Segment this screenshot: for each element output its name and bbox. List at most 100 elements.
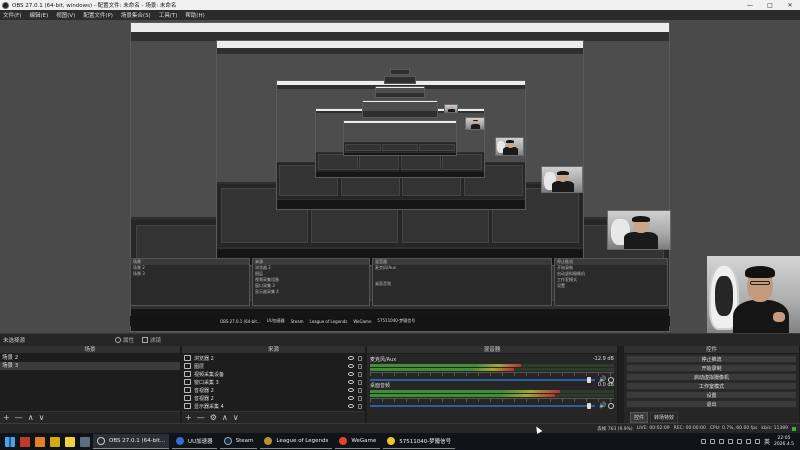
nested-webcam-thumbnail — [495, 137, 524, 156]
mixer-body: 麦克风/Aux -12.9 dB 🔊 桌面音频 0.0 dB 🔊 — [367, 354, 617, 423]
stop-streaming-button[interactable]: 停止推流 — [626, 355, 797, 363]
menu-edit[interactable]: 编辑(E) — [29, 11, 48, 19]
camera-icon — [184, 371, 191, 377]
start-virtual-camera-button[interactable]: 启动虚拟摄像机 — [626, 373, 797, 381]
source-toolbar: 未选择源 属性 滤镜 — [0, 333, 800, 346]
source-item[interactable]: 视频采集设备 — [182, 370, 365, 378]
lock-icon[interactable] — [358, 387, 362, 393]
wegame-icon — [339, 437, 348, 445]
volume-icon[interactable] — [754, 439, 760, 444]
taskbar-app-chat[interactable]: 57511040-梦魇信号 — [383, 434, 456, 449]
start-recording-button[interactable]: 开始录制 — [626, 364, 797, 372]
studio-mode-button[interactable]: 工作室模式 — [626, 382, 797, 390]
taskbar-app-uu[interactable]: UU加速器 — [172, 434, 217, 449]
properties-button[interactable]: 属性 — [115, 336, 134, 344]
gear-icon — [115, 337, 122, 343]
visibility-icon[interactable] — [348, 364, 354, 368]
remove-scene-button[interactable]: — — [15, 413, 23, 422]
add-scene-button[interactable]: + — [3, 413, 10, 422]
minimize-button[interactable]: — — [740, 2, 760, 9]
move-scene-up-button[interactable]: ∧ — [28, 413, 34, 422]
taskbar-app-steam[interactable]: Steam — [219, 434, 258, 449]
uu-icon — [176, 437, 185, 445]
taskbar-app-wegame[interactable]: WeGame — [335, 434, 381, 449]
menu-file[interactable]: 文件(F) — [3, 11, 21, 19]
remove-source-button[interactable]: — — [197, 413, 205, 422]
tray-app-icon[interactable] — [718, 439, 724, 444]
mixer-title: 混音器 — [367, 346, 617, 354]
add-source-button[interactable]: + — [185, 413, 192, 422]
volume-meter — [370, 390, 614, 393]
source-label: 显示器采集 4 — [194, 403, 224, 410]
maximize-button[interactable]: □ — [760, 2, 780, 9]
taskbar-app-lol[interactable]: League of Legends — [260, 434, 333, 449]
visibility-icon[interactable] — [348, 372, 354, 376]
menu-profile[interactable]: 配置文件(P) — [83, 11, 113, 19]
taskbar-app-obs[interactable]: OBS 27.0.1 (64-bit... — [93, 434, 170, 449]
volume-slider[interactable] — [370, 403, 595, 409]
lock-icon[interactable] — [358, 379, 362, 385]
clock[interactable]: 22:05 2026.4.5 — [774, 436, 794, 448]
source-item[interactable]: 图层 — [182, 362, 365, 370]
steam-icon — [223, 437, 232, 445]
pinned-app-icon[interactable] — [20, 436, 30, 447]
menu-scene-collection[interactable]: 场景集合(S) — [121, 11, 151, 19]
volume-slider[interactable] — [370, 377, 595, 383]
lock-icon[interactable] — [358, 395, 362, 401]
nested-taskbar-app: Steam — [290, 318, 304, 324]
visibility-icon[interactable] — [348, 388, 354, 392]
pinned-app-icon[interactable] — [50, 436, 60, 447]
scenes-list: 场景 2 场景 3 — [0, 354, 180, 411]
lock-icon[interactable] — [358, 355, 362, 361]
tray-chevron-icon[interactable] — [700, 439, 706, 444]
source-item[interactable]: 显示器采集 4 — [182, 402, 365, 410]
pinned-app-icon[interactable] — [80, 436, 90, 447]
move-source-down-button[interactable]: ∨ — [233, 413, 239, 422]
tray-app-icon[interactable] — [727, 439, 733, 444]
visibility-icon[interactable] — [348, 404, 354, 408]
visibility-icon[interactable] — [348, 380, 354, 384]
taskbar-app-label: League of Legends — [276, 438, 329, 444]
source-properties-button[interactable]: ⚙ — [210, 413, 217, 422]
lock-icon[interactable] — [358, 371, 362, 377]
nested-obs-window-8 — [384, 76, 416, 84]
cpu-fps: CPU: 0.7%, 60.00 fps — [709, 426, 758, 431]
ime-indicator[interactable]: 英 — [764, 437, 770, 446]
tab-transitions[interactable]: 转场特效 — [650, 412, 679, 423]
meter-scale — [370, 398, 614, 402]
menu-tools[interactable]: 工具(T) — [159, 11, 178, 19]
speaker-icon[interactable]: 🔊 — [599, 403, 606, 409]
slider-handle[interactable] — [586, 403, 591, 409]
visibility-icon[interactable] — [348, 396, 354, 400]
scene-item[interactable]: 场景 2 — [0, 354, 180, 362]
filters-button[interactable]: 滤镜 — [142, 336, 161, 344]
volume-meter — [370, 364, 614, 367]
tray-app-icon[interactable] — [736, 439, 742, 444]
move-source-up-button[interactable]: ∧ — [222, 413, 228, 422]
preview-canvas[interactable]: 场景 场景 2 场景 3 来源 浏览器 2 图层 视频采集设备 窗口采集 3 显… — [0, 20, 800, 333]
source-label: 窗口采集 3 — [194, 379, 219, 386]
move-scene-down-button[interactable]: ∨ — [39, 413, 45, 422]
scene-item-selected[interactable]: 场景 3 — [0, 362, 180, 370]
tab-controls[interactable]: 控件 — [630, 412, 649, 423]
close-button[interactable]: ✕ — [780, 2, 800, 9]
settings-button[interactable]: 设置 — [626, 391, 797, 399]
windows-start-icon[interactable] — [5, 436, 15, 447]
nested-taskbar: OBS 27.0.1 (64-bit... UU加速器 Steam League… — [130, 316, 670, 326]
source-item[interactable]: 浏览器 2 — [182, 354, 365, 362]
menu-help[interactable]: 帮助(H) — [185, 11, 204, 19]
webcam-overlay — [707, 256, 800, 334]
menu-view[interactable]: 视图(V) — [56, 11, 75, 19]
visibility-icon[interactable] — [348, 356, 354, 360]
source-item[interactable]: 音视器 2 — [182, 386, 365, 394]
source-item[interactable]: 窗口采集 3 — [182, 378, 365, 386]
network-icon[interactable] — [745, 439, 751, 444]
pinned-app-icon[interactable] — [65, 436, 75, 447]
exit-button[interactable]: 退出 — [626, 400, 797, 408]
gear-icon[interactable] — [608, 403, 614, 409]
pinned-app-icon[interactable] — [35, 436, 45, 447]
lock-icon[interactable] — [358, 403, 362, 409]
lock-icon[interactable] — [358, 363, 362, 369]
tray-app-icon[interactable] — [709, 439, 715, 444]
source-item[interactable]: 音视器 2 — [182, 394, 365, 402]
